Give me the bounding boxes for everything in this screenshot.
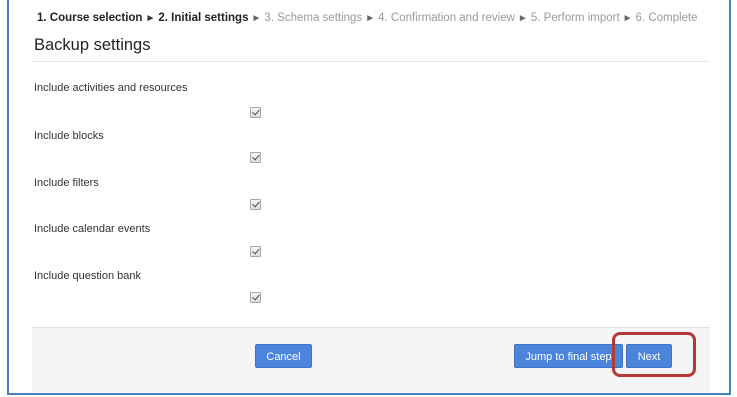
next-button[interactable]: Next — [626, 344, 672, 368]
section-title: Backup settings — [34, 36, 151, 54]
checkbox-question-bank[interactable] — [250, 292, 261, 303]
progress-arrow-icon: ► — [622, 13, 633, 24]
progress-step-complete: 6. Complete — [635, 12, 698, 24]
setting-label-question-bank: Include question bank — [34, 270, 142, 282]
progress-step-initial-settings: 2. Initial settings — [158, 12, 249, 24]
progress-step-schema-settings: 3. Schema settings — [264, 12, 363, 24]
checkbox-blocks[interactable] — [250, 152, 261, 163]
cancel-button[interactable]: Cancel — [255, 344, 312, 368]
setting-label-blocks: Include blocks — [34, 130, 104, 142]
setting-label-activities: Include activities and resources — [34, 82, 188, 94]
setting-label-filters: Include filters — [34, 177, 99, 189]
checkbox-filters[interactable] — [250, 199, 261, 210]
jump-to-final-step-button[interactable]: Jump to final step — [514, 344, 623, 368]
progress-bar: 1. Course selection ► 2. Initial settings ►… — [37, 12, 698, 24]
progress-step-perform-import: 5. Perform import — [530, 12, 620, 24]
progress-arrow-icon: ► — [365, 13, 376, 24]
setting-label-calendar-events: Include calendar events — [34, 223, 151, 235]
checkbox-activities[interactable] — [250, 107, 261, 118]
section-divider — [32, 61, 710, 62]
checkbox-calendar-events[interactable] — [250, 246, 261, 257]
progress-arrow-icon: ► — [251, 13, 262, 24]
progress-step-confirmation-review: 4. Confirmation and review — [378, 12, 515, 24]
progress-step-course-selection: 1. Course selection — [37, 12, 143, 24]
progress-arrow-icon: ► — [145, 13, 156, 24]
progress-arrow-icon: ► — [517, 13, 528, 24]
